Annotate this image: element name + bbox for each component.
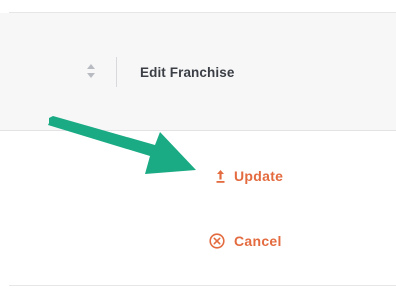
bottom-border [9, 285, 396, 286]
upload-icon [216, 170, 225, 183]
header-divider [0, 130, 396, 131]
update-button[interactable]: Update [216, 168, 283, 184]
update-label: Update [234, 168, 284, 184]
column-header-edit-franchise[interactable]: Edit Franchise [140, 65, 234, 80]
cancel-circle-icon [209, 233, 225, 249]
sort-icon[interactable] [86, 63, 96, 79]
cancel-label: Cancel [234, 233, 282, 249]
cancel-button[interactable]: Cancel [209, 233, 282, 249]
column-separator [116, 57, 117, 87]
grid-view: Edit Franchise Update Cancel [0, 0, 396, 292]
